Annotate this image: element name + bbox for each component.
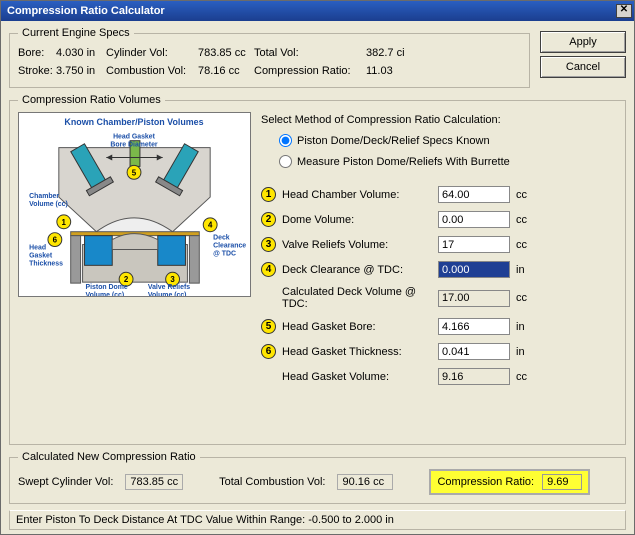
calc-deck-label: Calculated Deck Volume @ TDC: <box>282 286 432 310</box>
svg-text:5: 5 <box>132 168 137 177</box>
dome-unit: cc <box>516 214 534 226</box>
specs-legend: Current Engine Specs <box>18 27 134 39</box>
deck-clr-input[interactable] <box>438 261 510 278</box>
svg-text:HeadGasketThickness: HeadGasketThickness <box>29 245 63 268</box>
titlebar: Compression Ratio Calculator ✕ <box>1 1 634 21</box>
radio-specs-known[interactable]: Piston Dome/Deck/Relief Specs Known <box>279 134 617 147</box>
svg-text:DeckClearance@ TDC: DeckClearance@ TDC <box>213 235 246 258</box>
cr-result-label: Compression Ratio: <box>437 476 534 488</box>
apply-button[interactable]: Apply <box>540 31 626 53</box>
reliefs-input[interactable] <box>438 236 510 253</box>
volumes-legend: Compression Ratio Volumes <box>18 94 165 106</box>
radio-burrette[interactable]: Measure Piston Dome/Reliefs With Burrett… <box>279 155 617 168</box>
dome-label: Dome Volume: <box>282 214 432 226</box>
comb-value: 90.16 cc <box>337 474 393 490</box>
method-label: Select Method of Compression Ratio Calcu… <box>261 114 617 126</box>
gasket-bore-unit: in <box>516 321 534 333</box>
calculated-new-cr: Calculated New Compression Ratio Swept C… <box>9 451 626 504</box>
calc-deck-output <box>438 290 510 307</box>
marker-1-icon: 1 <box>261 187 276 202</box>
gasket-bore-input[interactable] <box>438 318 510 335</box>
svg-text:Head GasketBore Diameter: Head GasketBore Diameter <box>110 134 158 149</box>
marker-5-icon: 5 <box>261 319 276 334</box>
svg-text:Valve ReliefsVolume (cc): Valve ReliefsVolume (cc) <box>148 284 190 296</box>
bore-label: Bore: <box>18 47 56 59</box>
gasket-thk-label: Head Gasket Thickness: <box>282 346 432 358</box>
gasket-vol-unit: cc <box>516 371 534 383</box>
radio-specs-known-input[interactable] <box>279 134 292 147</box>
totalvol-label: Total Vol: <box>254 47 366 59</box>
cylvol-label: Cylinder Vol: <box>106 47 198 59</box>
deck-clr-label: Deck Clearance @ TDC: <box>282 264 432 276</box>
reliefs-label: Valve Reliefs Volume: <box>282 239 432 251</box>
gasket-bore-label: Head Gasket Bore: <box>282 321 432 333</box>
diagram-title-text: Known Chamber/Piston Volumes <box>64 117 203 127</box>
cancel-button[interactable]: Cancel <box>540 56 626 78</box>
radio-burrette-input[interactable] <box>279 155 292 168</box>
head-chamber-label: Head Chamber Volume: <box>282 189 432 201</box>
reliefs-unit: cc <box>516 239 534 251</box>
combvol-label: Combustion Vol: <box>106 65 198 77</box>
cylvol-value: 783.85 cc <box>198 47 254 59</box>
compression-ratio-volumes: Compression Ratio Volumes Known Chamber/… <box>9 94 626 445</box>
comb-label: Total Combustion Vol: <box>219 476 325 488</box>
window: Compression Ratio Calculator ✕ Current E… <box>0 0 635 535</box>
marker-4-icon: 4 <box>261 262 276 277</box>
marker-6-icon: 6 <box>261 344 276 359</box>
head-chamber-input[interactable] <box>438 186 510 203</box>
calc-deck-unit: cc <box>516 292 534 304</box>
svg-text:Piston DomeVolume (cc): Piston DomeVolume (cc) <box>86 284 128 296</box>
gasket-vol-output <box>438 368 510 385</box>
stroke-value: 3.750 in <box>56 65 106 77</box>
head-chamber-unit: cc <box>516 189 534 201</box>
cr-result-box: Compression Ratio: 9.69 <box>429 469 590 495</box>
deck-clr-unit: in <box>516 264 534 276</box>
svg-text:2: 2 <box>124 275 129 284</box>
gasket-thk-input[interactable] <box>438 343 510 360</box>
stroke-label: Stroke: <box>18 65 56 77</box>
marker-3-icon: 3 <box>261 237 276 252</box>
dome-input[interactable] <box>438 211 510 228</box>
cr-value: 11.03 <box>366 65 416 77</box>
result-legend: Calculated New Compression Ratio <box>18 451 200 463</box>
cr-result-value: 9.69 <box>542 474 582 490</box>
gasket-vol-label: Head Gasket Volume: <box>282 371 432 383</box>
svg-text:4: 4 <box>208 221 213 230</box>
svg-text:3: 3 <box>170 275 175 284</box>
svg-text:6: 6 <box>53 236 58 245</box>
bore-value: 4.030 in <box>56 47 106 59</box>
swept-label: Swept Cylinder Vol: <box>18 476 113 488</box>
current-engine-specs: Current Engine Specs Bore: 4.030 in Cyli… <box>9 27 530 88</box>
combvol-value: 78.16 cc <box>198 65 254 77</box>
svg-text:1: 1 <box>62 218 67 227</box>
status-bar: Enter Piston To Deck Distance At TDC Val… <box>9 510 626 530</box>
swept-value: 783.85 cc <box>125 474 183 490</box>
cr-label: Compression Ratio: <box>254 65 366 77</box>
close-button[interactable]: ✕ <box>616 4 632 18</box>
engine-diagram: Known Chamber/Piston Volumes <box>18 112 251 297</box>
marker-2-icon: 2 <box>261 212 276 227</box>
totalvol-value: 382.7 ci <box>366 47 416 59</box>
window-title: Compression Ratio Calculator <box>7 5 165 17</box>
gasket-thk-unit: in <box>516 346 534 358</box>
